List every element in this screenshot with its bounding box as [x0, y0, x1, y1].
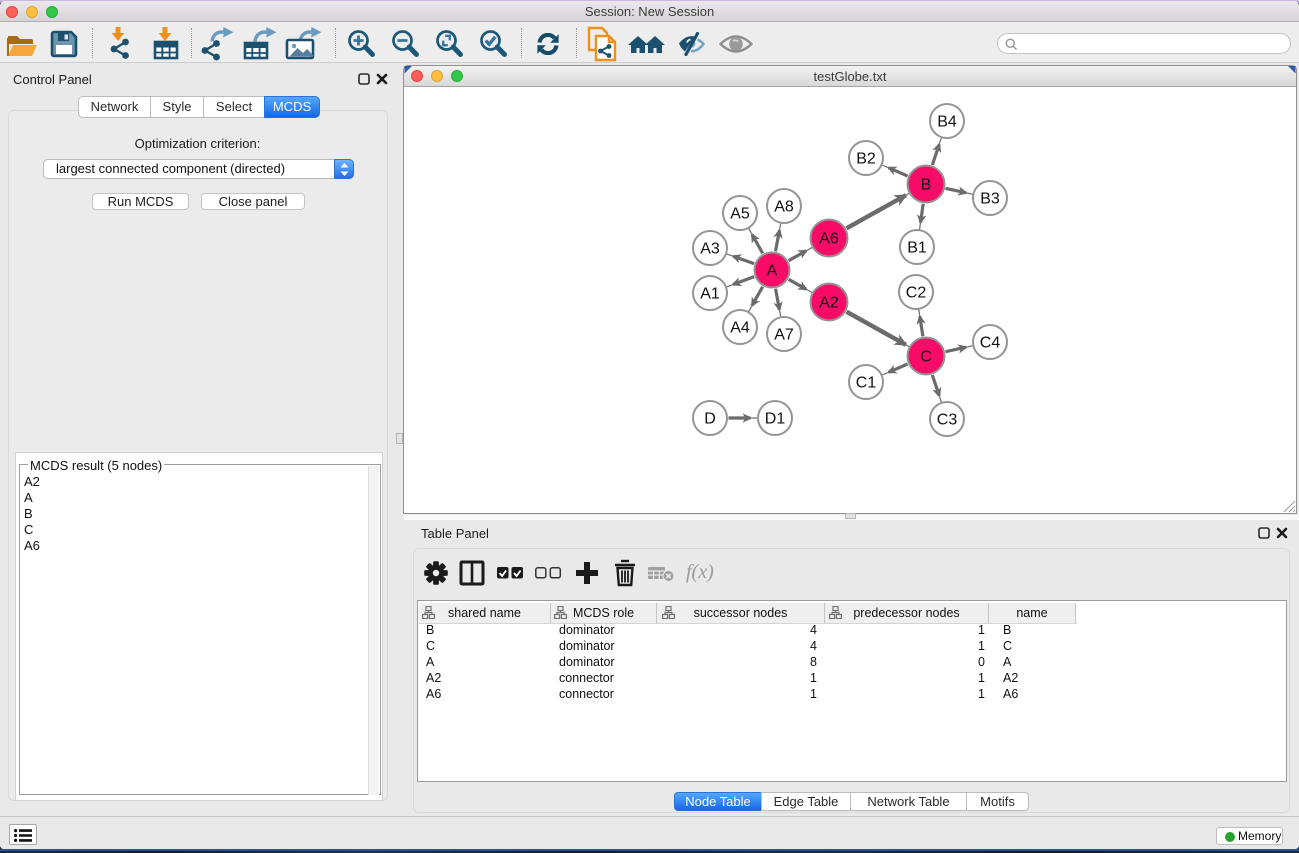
svg-text:D: D — [704, 411, 716, 428]
svg-text:C: C — [920, 349, 932, 366]
svg-text:A7: A7 — [774, 327, 794, 344]
svg-text:B: B — [921, 177, 932, 194]
svg-text:A2: A2 — [819, 295, 839, 312]
svg-text:B3: B3 — [980, 191, 1000, 208]
svg-text:A6: A6 — [819, 231, 839, 248]
svg-text:C2: C2 — [906, 285, 927, 302]
svg-text:A: A — [767, 263, 778, 280]
svg-text:B4: B4 — [937, 114, 957, 131]
svg-text:C1: C1 — [856, 375, 877, 392]
svg-text:A3: A3 — [700, 241, 720, 258]
svg-text:A5: A5 — [730, 206, 750, 223]
svg-text:B1: B1 — [907, 240, 927, 257]
svg-text:A1: A1 — [700, 286, 720, 303]
svg-text:C4: C4 — [980, 335, 1001, 352]
svg-text:A4: A4 — [730, 320, 750, 337]
svg-text:D1: D1 — [765, 411, 786, 428]
svg-text:B2: B2 — [856, 151, 876, 168]
svg-text:C3: C3 — [937, 412, 958, 429]
svg-text:A8: A8 — [774, 199, 794, 216]
